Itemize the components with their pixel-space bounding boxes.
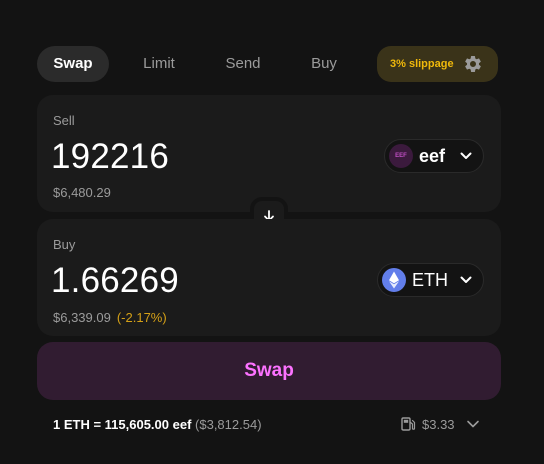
sell-label: Sell (53, 113, 75, 128)
sell-amount-input[interactable]: 192216 (51, 137, 169, 177)
buy-amount-input[interactable]: 1.66269 (51, 261, 179, 301)
slippage-label: 3% slippage (390, 58, 454, 70)
slippage-button[interactable]: 3% slippage (377, 46, 498, 82)
sell-token-selector[interactable]: EEF eef (384, 139, 484, 173)
gas-pump-icon (401, 417, 416, 431)
tab-buy[interactable]: Buy (294, 46, 354, 82)
tab-swap[interactable]: Swap (37, 46, 109, 82)
buy-usd-value: $6,339.09 (53, 310, 111, 325)
sell-token-symbol: eef (419, 146, 446, 166)
buy-label: Buy (53, 237, 76, 252)
buy-token-symbol: ETH (412, 270, 448, 290)
gas-fee-value: $3.33 (422, 417, 455, 432)
exchange-rate[interactable]: 1 ETH = 115,605.00 eef ($3,812.54) (53, 417, 262, 432)
sell-usd-value: $6,480.29 (53, 185, 111, 200)
chevron-down-icon (460, 152, 472, 159)
buy-token-selector[interactable]: ETH (377, 263, 484, 297)
tab-send[interactable]: Send (213, 46, 273, 82)
exchange-rate-text: 1 ETH = 115,605.00 eef (53, 417, 192, 432)
chevron-down-icon (467, 420, 479, 428)
gear-icon (465, 55, 481, 72)
eef-token-icon: EEF (389, 144, 413, 168)
buy-usd-line: $6,339.09 (-2.17%) (53, 310, 167, 325)
eef-token-icon-text: EEF (395, 153, 407, 159)
tab-limit[interactable]: Limit (129, 46, 189, 82)
price-impact: (-2.17%) (116, 310, 167, 325)
buy-panel: Buy 1.66269 $6,339.09 (-2.17%) ETH (37, 219, 501, 336)
tab-bar: Swap Limit Send Buy 3% slippage (37, 46, 498, 82)
sell-panel: Sell 192216 $6,480.29 EEF eef (37, 95, 501, 212)
chevron-down-icon (460, 276, 472, 283)
exchange-rate-usd: ($3,812.54) (195, 417, 262, 432)
eth-token-icon (382, 268, 406, 292)
swap-button[interactable]: Swap (37, 342, 501, 400)
